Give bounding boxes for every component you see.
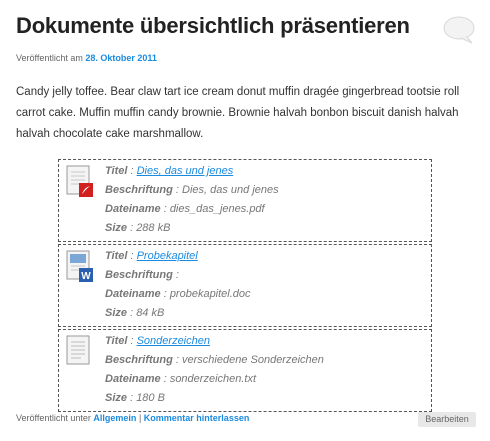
category-prefix: Veröffentlicht unter — [16, 413, 91, 423]
attachment-size-row: Size : 180 B — [105, 389, 324, 408]
attachment-caption-row: Beschriftung : — [105, 266, 251, 285]
attachment-filename: sonderzeichen.txt — [169, 373, 257, 385]
separator: : — [172, 354, 183, 366]
attachment-fields: Titel : Dies, das und jenes Beschriftung… — [105, 162, 279, 238]
separator: : — [127, 392, 137, 404]
edit-button[interactable]: Bearbeiten — [418, 412, 476, 427]
attachment-title-link[interactable]: Sonderzeichen — [137, 335, 210, 347]
attachment-size: 84 kB — [136, 307, 165, 319]
pdf-file-icon — [66, 165, 93, 197]
caption-label: Beschriftung — [105, 269, 173, 281]
separator: : — [172, 269, 179, 281]
footer-divider: | — [138, 413, 142, 423]
separator: : — [172, 184, 183, 196]
attachment-title-link[interactable]: Dies, das und jenes — [137, 165, 234, 177]
category-link[interactable]: Allgemein — [93, 413, 136, 423]
attachment-size-row: Size : 84 kB — [105, 304, 251, 323]
attachment-fields: Titel : Probekapitel Beschriftung : Date… — [105, 247, 251, 323]
attachment-filename-row: Dateiname : dies_das_jenes.pdf — [105, 200, 279, 219]
attachment-size-row: Size : 288 kB — [105, 219, 279, 238]
attachment-title-link[interactable]: Probekapitel — [137, 250, 198, 262]
separator: : — [160, 203, 170, 215]
attachment-filename-row: Dateiname : probekapitel.doc — [105, 285, 251, 304]
separator: : — [160, 288, 170, 300]
separator: : — [127, 165, 137, 177]
size-label: Size — [105, 222, 128, 234]
word-file-icon: W — [66, 250, 93, 282]
attachment-size: 180 B — [136, 392, 165, 404]
post-meta: Veröffentlicht am 28. Oktober 2011 — [16, 53, 157, 63]
caption-label: Beschriftung — [105, 184, 173, 196]
attachment-fields: Titel : Sonderzeichen Beschriftung : ver… — [105, 332, 324, 408]
separator: : — [127, 307, 137, 319]
attachment-filename: dies_das_jenes.pdf — [169, 203, 265, 215]
post-title: Dokumente übersichtlich präsentieren — [16, 13, 410, 38]
comment-bubble-icon[interactable] — [442, 15, 476, 45]
title-label: Titel — [105, 335, 128, 347]
separator: : — [160, 373, 170, 385]
published-prefix: Veröffentlicht am — [16, 53, 83, 63]
text-file-icon — [66, 335, 90, 365]
size-label: Size — [105, 307, 128, 319]
attachment-caption: verschiedene Sonderzeichen — [182, 354, 324, 366]
post-body: Candy jelly toffee. Bear claw tart ice c… — [16, 86, 460, 140]
attachment-filename: probekapitel.doc — [169, 288, 251, 300]
title-label: Titel — [105, 250, 128, 262]
attachment-title-row: Titel : Probekapitel — [105, 247, 251, 266]
attachment-title-row: Titel : Sonderzeichen — [105, 332, 324, 351]
caption-label: Beschriftung — [105, 354, 173, 366]
attachment-item: Titel : Sonderzeichen Beschriftung : ver… — [58, 329, 432, 412]
attachment-filename-row: Dateiname : sonderzeichen.txt — [105, 370, 324, 389]
attachment-title-row: Titel : Dies, das und jenes — [105, 162, 279, 181]
attachment-list: Titel : Dies, das und jenes Beschriftung… — [58, 159, 432, 414]
attachment-item: Titel : Dies, das und jenes Beschriftung… — [58, 159, 432, 242]
filename-label: Dateiname — [105, 288, 161, 300]
attachment-size: 288 kB — [136, 222, 171, 234]
leave-comment-link[interactable]: Kommentar hinterlassen — [144, 413, 250, 423]
separator: : — [127, 222, 137, 234]
filename-label: Dateiname — [105, 373, 161, 385]
svg-text:W: W — [81, 271, 91, 282]
attachment-caption-row: Beschriftung : verschiedene Sonderzeiche… — [105, 351, 324, 370]
attachment-caption: Dies, das und jenes — [182, 184, 279, 196]
size-label: Size — [105, 392, 128, 404]
separator: : — [127, 335, 137, 347]
attachment-caption-row: Beschriftung : Dies, das und jenes — [105, 181, 279, 200]
published-date-link[interactable]: 28. Oktober 2011 — [85, 53, 157, 63]
separator: : — [127, 250, 137, 262]
title-label: Titel — [105, 165, 128, 177]
attachment-item: W Titel : Probekapitel Beschriftung : Da… — [58, 244, 432, 327]
filename-label: Dateiname — [105, 203, 161, 215]
post-footer: Veröffentlicht unter Allgemein | Komment… — [16, 413, 249, 423]
